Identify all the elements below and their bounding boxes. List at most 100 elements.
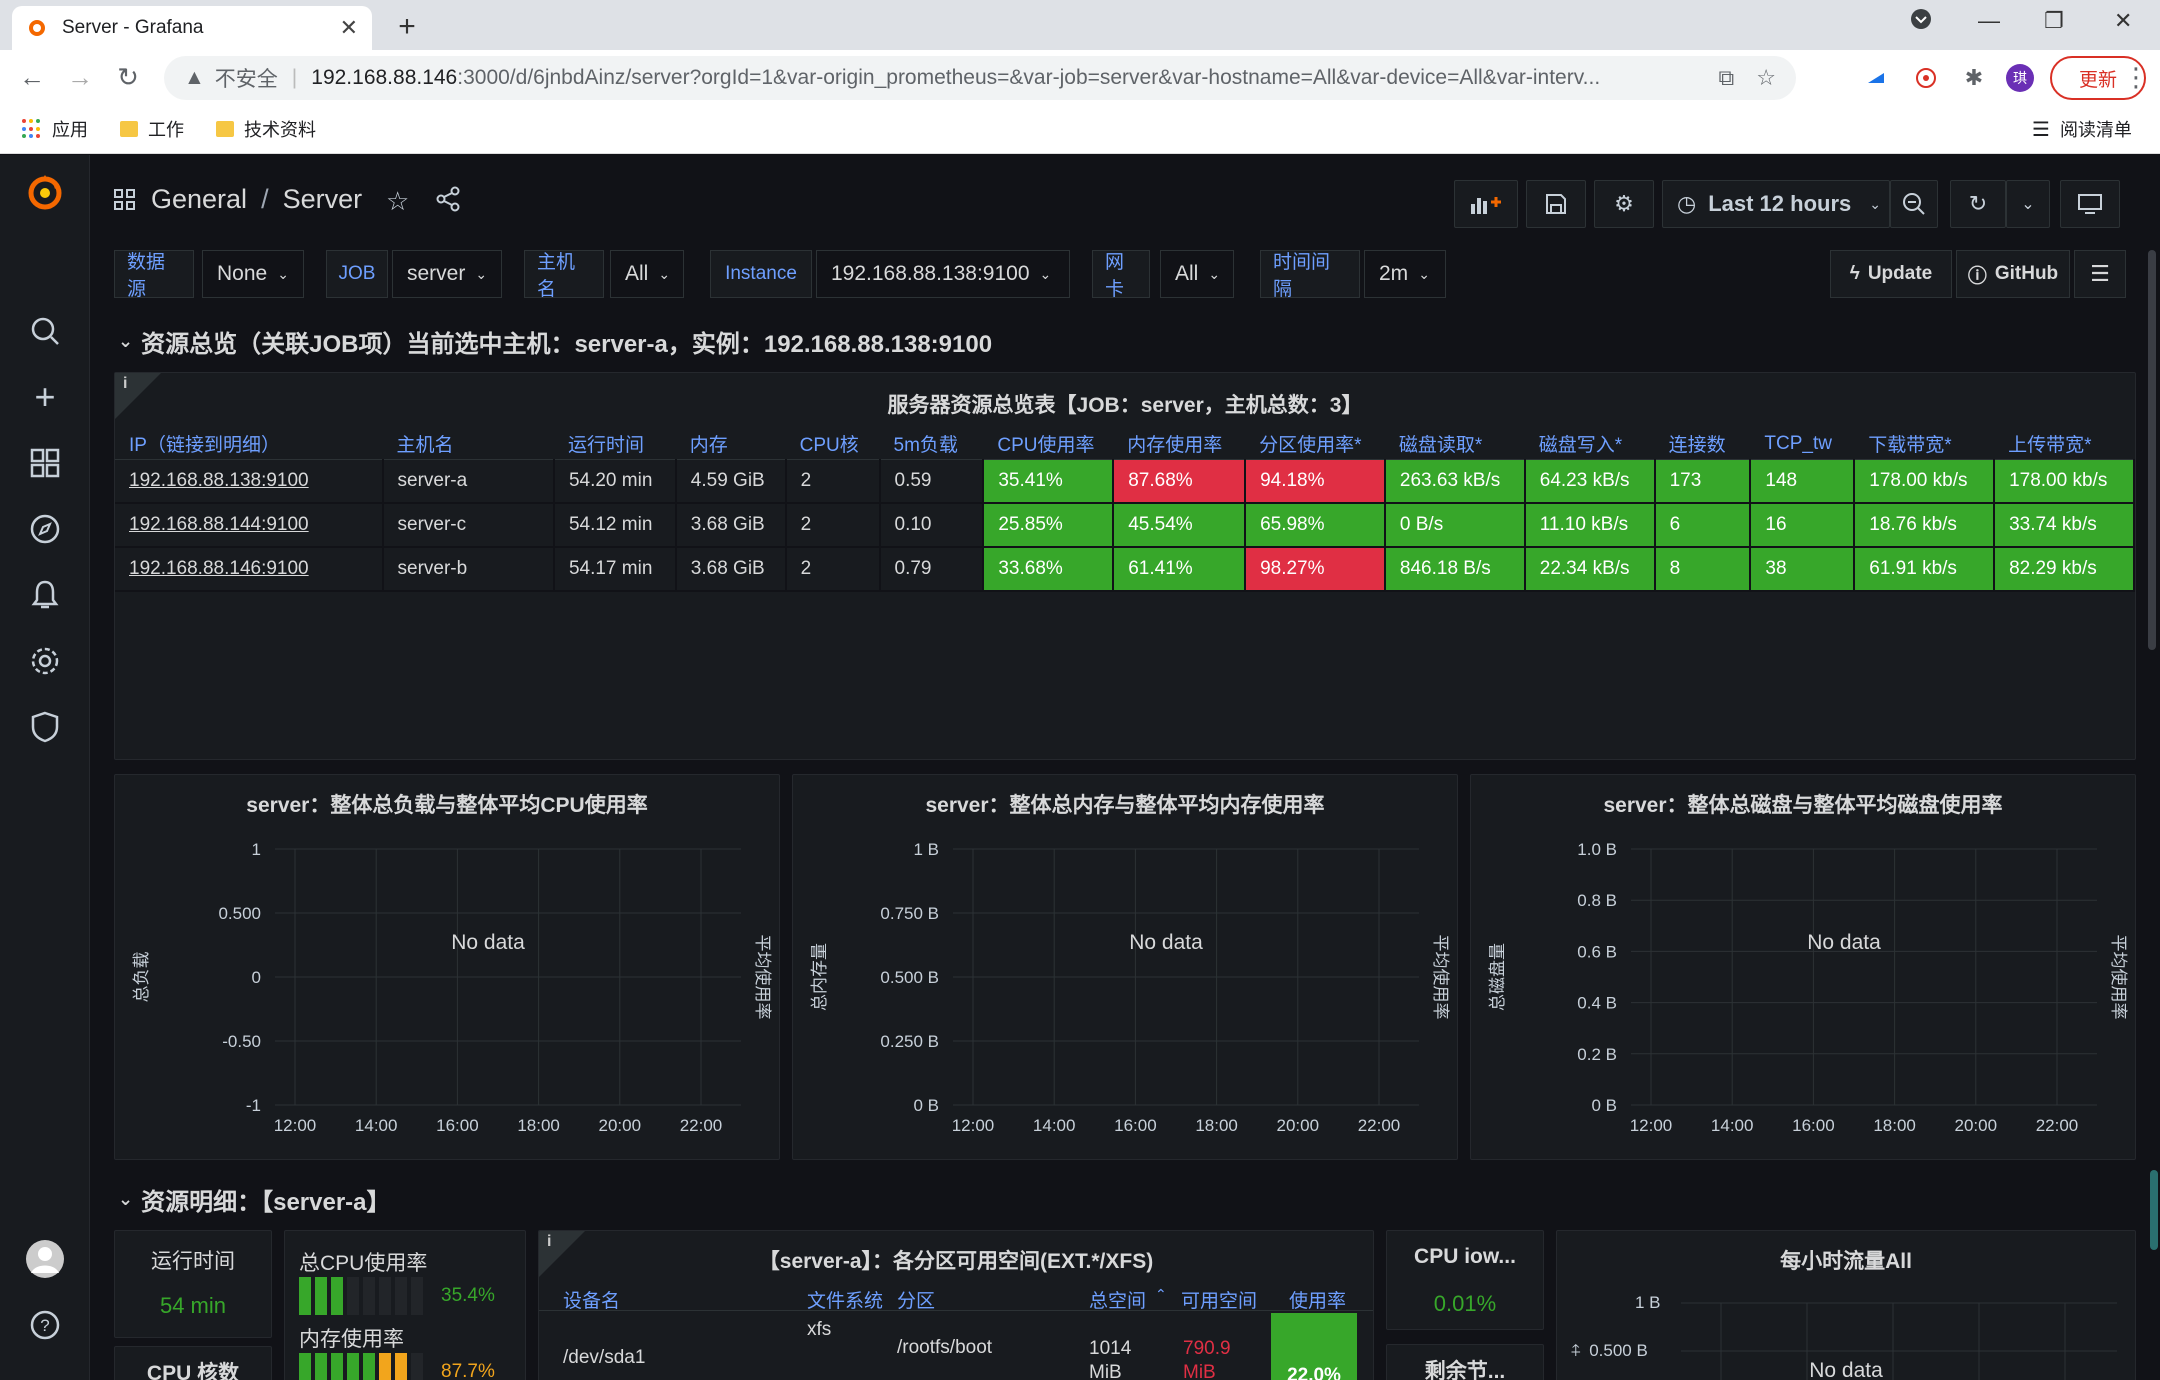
table-column-header[interactable]: 主机名 <box>382 429 554 460</box>
browser-tab[interactable]: Server - Grafana ✕ <box>12 6 372 50</box>
var-select-instance[interactable]: 192.168.88.138:9100 ⌄ <box>816 250 1070 298</box>
usage-bargauge-panel: 总CPU使用率 35.4% 内存使用率 87.7% <box>284 1230 526 1380</box>
zoom-out-icon[interactable] <box>1890 180 1938 228</box>
user-avatar[interactable] <box>25 1239 65 1279</box>
gauge-segment <box>347 1277 359 1315</box>
minimap-scroll-indicator[interactable] <box>2150 1170 2158 1250</box>
chevron-down-icon: ⌄ <box>118 331 134 351</box>
alerting-bell-icon[interactable] <box>25 575 65 615</box>
table-column-header[interactable]: 磁盘读取* <box>1384 429 1525 460</box>
table-column-header[interactable]: 磁盘写入* <box>1524 429 1655 460</box>
star-icon[interactable]: ☆ <box>386 186 409 219</box>
help-icon[interactable]: ? <box>25 1305 65 1345</box>
add-panel-button[interactable] <box>1454 180 1518 228</box>
table-column-header[interactable]: 内存使用率 <box>1113 429 1246 460</box>
gauge-segment <box>395 1353 407 1380</box>
extension-icon[interactable] <box>1862 64 1890 92</box>
extensions-puzzle-icon[interactable]: ✱ <box>1960 64 1988 92</box>
bookmark-folder-tech[interactable]: 技术资料 <box>216 116 316 142</box>
var-select-nic[interactable]: All ⌄ <box>1160 250 1234 298</box>
tab-close-icon[interactable]: ✕ <box>340 15 358 41</box>
window-close-icon[interactable]: ✕ <box>2114 8 2132 34</box>
gauge-segment <box>363 1277 375 1315</box>
var-select-datasource[interactable]: None ⌄ <box>202 250 304 298</box>
row-detail-title[interactable]: ⌄ 资源明细：【server-a】 <box>118 1182 391 1217</box>
panel-title[interactable]: 运行时间 <box>115 1245 271 1275</box>
table-column-header[interactable]: IP（链接到明细） <box>115 429 383 460</box>
translate-icon[interactable]: ⧉ <box>1719 65 1735 91</box>
row-overview-title[interactable]: ⌄ 资源总览（关联JOB项）当前选中主机：server-a，实例：192.168… <box>118 324 992 359</box>
table-cell: 98.27% <box>1245 547 1386 592</box>
table-column-header[interactable]: 分区使用率* <box>1245 429 1385 460</box>
update-link-button[interactable]: ϟ Update <box>1830 250 1952 298</box>
address-bar[interactable]: ▲ 不安全 | 192.168.88.146:3000/d/6jnbdAinz/… <box>164 56 1796 100</box>
x-tick-label: 12:00 <box>1630 1116 1673 1135</box>
dashboard-title[interactable]: Server <box>283 184 363 215</box>
bookmark-apps[interactable]: 应用 <box>22 116 88 142</box>
var-select-interval[interactable]: 2m ⌄ <box>1364 250 1446 298</box>
profile-avatar[interactable]: 琪 <box>2006 64 2034 92</box>
menu-hamburger-icon[interactable]: ☰ <box>2074 250 2126 298</box>
server-admin-shield-icon[interactable] <box>25 707 65 747</box>
table-column-header[interactable]: 连接数 <box>1654 429 1751 460</box>
time-picker[interactable]: ◷ Last 12 hours ⌄ <box>1662 180 1890 228</box>
back-icon[interactable]: ← <box>16 62 48 93</box>
new-tab-icon[interactable]: + <box>392 10 422 44</box>
bookmark-star-icon[interactable]: ☆ <box>1756 65 1776 91</box>
y-tick-label: 0.500 B <box>880 968 939 987</box>
browser-menu-icon[interactable]: ⋮ <box>2120 62 2152 93</box>
minimize-icon[interactable]: — <box>1978 8 2000 34</box>
dashboard-settings-gear-icon[interactable]: ⚙ <box>1594 180 1654 228</box>
table-cell: 0.10 <box>879 503 985 548</box>
page-scrollbar[interactable] <box>2148 250 2156 650</box>
reading-list[interactable]: ☰ 阅读清单 <box>2032 116 2132 142</box>
tv-mode-icon[interactable] <box>2060 180 2120 228</box>
configuration-gear-icon[interactable] <box>25 641 65 681</box>
browser-toolbar: ← → ↻ ▲ 不安全 | 192.168.88.146:3000/d/6jnb… <box>0 50 2160 106</box>
y-tick-label: 1 B <box>913 840 939 859</box>
refresh-interval-chevron-icon[interactable]: ⌄ <box>2006 180 2050 228</box>
panel-title[interactable]: 剩余节... <box>1387 1355 1543 1380</box>
mem-usage-bargauge <box>299 1353 423 1380</box>
explore-compass-icon[interactable] <box>25 509 65 549</box>
forward-icon[interactable]: → <box>64 62 96 93</box>
panel-title[interactable]: 【server-a】：各分区可用空间(EXT.*/XFS) <box>539 1245 1373 1275</box>
table-column-header[interactable]: 5m负载 <box>879 429 984 460</box>
table-column-header[interactable]: 下载带宽* <box>1854 429 1995 460</box>
search-icon[interactable] <box>25 311 65 351</box>
github-link-button[interactable]: ⓘ GitHub <box>1956 250 2070 298</box>
reload-icon[interactable]: ↻ <box>112 62 144 93</box>
extension-red-icon[interactable] <box>1912 64 1940 92</box>
table-column-header[interactable]: 内存 <box>675 429 786 460</box>
var-select-hostname[interactable]: All ⌄ <box>610 250 684 298</box>
var-select-job[interactable]: server ⌄ <box>392 250 502 298</box>
table-column-header[interactable]: TCP_tw <box>1750 429 1855 460</box>
create-plus-icon[interactable]: + <box>25 376 65 417</box>
instance-link[interactable]: 192.168.88.146:9100 <box>115 547 384 592</box>
dashboards-icon[interactable] <box>25 443 65 483</box>
table-column-header[interactable]: CPU使用率 <box>983 429 1114 460</box>
instance-link[interactable]: 192.168.88.144:9100 <box>115 503 384 548</box>
x-tick-label: 20:00 <box>1277 1116 1320 1135</box>
grafana-logo-icon[interactable] <box>25 171 65 211</box>
table-cell: 61.91 kb/s <box>1854 547 1996 592</box>
panel-title[interactable]: CPU 核数 <box>115 1357 271 1380</box>
cpu-usage-label: 总CPU使用率 <box>299 1252 428 1275</box>
tab-search-icon[interactable] <box>1910 8 1932 36</box>
gauge-segment <box>315 1277 327 1315</box>
folder-link[interactable]: General <box>151 184 247 215</box>
table-cell: 54.20 min <box>553 459 677 504</box>
panel-title[interactable]: 服务器资源总览表【JOB：server，主机总数：3】 <box>115 389 2135 419</box>
browser-tabstrip: Server - Grafana ✕ + — ❐ ✕ <box>0 0 2160 50</box>
share-icon[interactable] <box>435 186 461 219</box>
grafana-sidemenu: + ? <box>0 155 90 1380</box>
table-column-header[interactable]: CPU核 <box>785 429 880 460</box>
panel-title[interactable]: CPU iow... <box>1387 1245 1543 1269</box>
table-column-header[interactable]: 上传带宽* <box>1994 429 2134 460</box>
bookmark-folder-work[interactable]: 工作 <box>120 116 184 142</box>
table-column-header[interactable]: 运行时间 <box>553 429 676 460</box>
refresh-icon[interactable]: ↻ <box>1950 180 2006 228</box>
save-dashboard-icon[interactable] <box>1526 180 1586 228</box>
instance-link[interactable]: 192.168.88.138:9100 <box>115 459 384 504</box>
restore-icon[interactable]: ❐ <box>2044 8 2064 34</box>
